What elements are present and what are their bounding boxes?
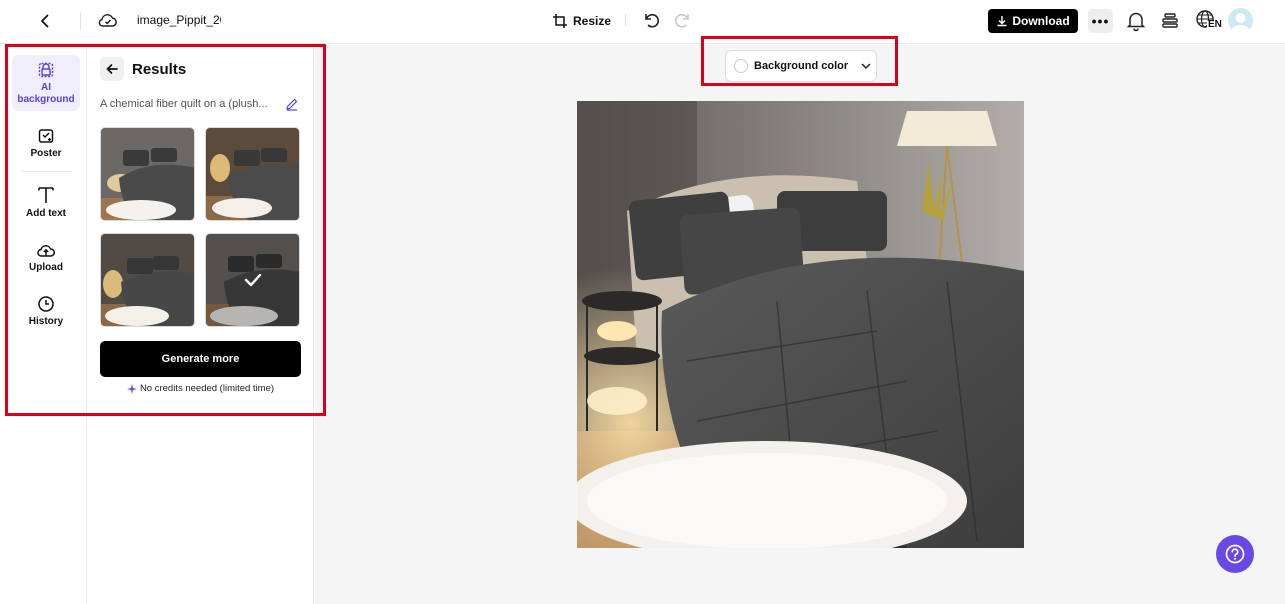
- download-label: Download: [1012, 14, 1070, 28]
- poster-icon: [38, 129, 54, 143]
- rail-item-label: Poster: [30, 148, 62, 159]
- resize-label: Resize: [573, 14, 612, 28]
- result-image: [206, 128, 299, 220]
- download-icon: [997, 16, 1007, 27]
- result-thumbnail[interactable]: [205, 127, 300, 221]
- credits-note-text: No credits needed (limited time): [139, 383, 275, 394]
- help-button[interactable]: [1216, 535, 1254, 573]
- rail-item-label: History: [28, 316, 64, 327]
- results-title: Results: [132, 61, 187, 78]
- check-icon: [244, 273, 262, 287]
- credits-note: No credits needed (limited time): [100, 383, 301, 394]
- toolbar-divider: [625, 13, 626, 27]
- background-color-dropdown[interactable]: Background color: [725, 50, 877, 82]
- language-globe-icon[interactable]: EN: [1195, 9, 1223, 33]
- result-image: [101, 234, 194, 326]
- resize-icon: [553, 14, 567, 28]
- rail-divider: [22, 171, 72, 172]
- rail-item-label: Upload: [29, 262, 63, 273]
- ai-background-icon: [38, 62, 54, 78]
- help-icon: [1225, 544, 1245, 564]
- result-thumbnail[interactable]: [100, 127, 195, 221]
- bedroom-comforter-image: [577, 101, 1024, 548]
- undo-icon[interactable]: [641, 10, 661, 30]
- bell-icon[interactable]: [1126, 10, 1146, 32]
- edit-pencil-icon[interactable]: [285, 97, 299, 111]
- upload-icon: [37, 245, 55, 257]
- rail-item-label: AI background: [17, 82, 75, 105]
- result-image: [101, 128, 194, 220]
- result-thumbnail-selected[interactable]: [205, 233, 300, 327]
- rail-item-label: Add text: [26, 208, 66, 219]
- chevron-down-icon: [861, 63, 871, 70]
- more-options-button[interactable]: •••: [1088, 9, 1113, 33]
- resize-button[interactable]: Resize: [552, 10, 611, 32]
- history-icon: [38, 296, 54, 312]
- download-button[interactable]: Download: [988, 9, 1078, 33]
- arrow-left-icon: [106, 64, 118, 74]
- tool-rail: AI background Poster Add text Upload His…: [8, 47, 87, 604]
- layers-icon[interactable]: [1160, 10, 1180, 32]
- rail-item-poster[interactable]: Poster: [12, 127, 80, 159]
- redo-icon[interactable]: [673, 10, 693, 30]
- rail-item-history[interactable]: History: [12, 295, 80, 327]
- rail-item-upload[interactable]: Upload: [12, 241, 80, 273]
- background-color-swatch: [734, 59, 748, 73]
- generate-more-button[interactable]: Generate more: [100, 341, 301, 377]
- top-bar: image_Pippit_20 Resize Download ••• EN: [0, 0, 1285, 44]
- main-canvas-image[interactable]: [577, 101, 1024, 548]
- file-name[interactable]: image_Pippit_20: [137, 13, 221, 27]
- avatar[interactable]: [1228, 8, 1253, 33]
- back-icon[interactable]: [34, 10, 56, 32]
- language-code: EN: [1208, 19, 1222, 30]
- results-back-button[interactable]: [100, 57, 124, 81]
- rail-item-ai-background[interactable]: AI background: [12, 55, 80, 111]
- result-thumbnail[interactable]: [100, 233, 195, 327]
- results-panel: Results A chemical fiber quilt on a (plu…: [88, 47, 314, 604]
- rail-item-add-text[interactable]: Add text: [12, 185, 80, 219]
- cloud-save-icon[interactable]: [97, 10, 119, 32]
- prompt-text: A chemical fiber quilt on a (plush...: [100, 98, 268, 110]
- sparkle-icon: [126, 383, 137, 394]
- background-color-label: Background color: [754, 60, 849, 72]
- text-icon: [38, 187, 54, 203]
- toolbar-divider: [80, 12, 81, 30]
